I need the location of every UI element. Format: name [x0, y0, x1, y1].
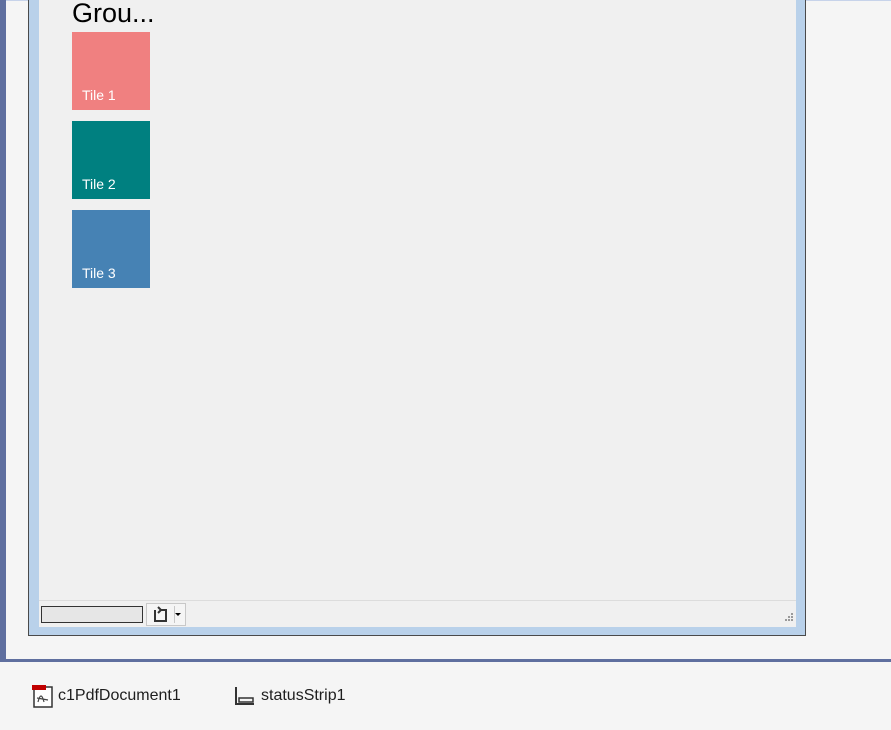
tray-item-label: c1PdfDocument1	[58, 687, 181, 704]
component-tray[interactable]: c1PdfDocument1 statusStrip1	[0, 662, 891, 730]
tile-label: Tile 2	[82, 176, 116, 192]
status-strip[interactable]	[39, 600, 796, 627]
tile-3[interactable]: Tile 3	[72, 210, 150, 288]
tray-item-label: statusStrip1	[261, 687, 346, 704]
pdf-document-icon	[32, 685, 53, 708]
tile-2[interactable]: Tile 2	[72, 121, 150, 199]
tile-label: Tile 1	[82, 87, 116, 103]
tile-1[interactable]: Tile 1	[72, 32, 150, 110]
tray-item-statusstrip1[interactable]: statusStrip1	[233, 684, 345, 708]
status-strip-icon	[235, 687, 254, 705]
refresh-icon	[154, 606, 167, 622]
designer-left-border	[0, 0, 6, 662]
tile-label: Tile 3	[82, 265, 116, 281]
status-split-button[interactable]	[146, 603, 186, 626]
tile-group-title: Grou...	[72, 0, 155, 28]
form-client-area[interactable]: Grou... Tile 1 Tile 2 Tile 3	[39, 0, 796, 627]
size-grip-icon[interactable]	[782, 612, 794, 624]
tray-item-c1pdfdocument1[interactable]: c1PdfDocument1	[30, 684, 181, 708]
chevron-down-icon[interactable]	[175, 613, 181, 616]
form-window[interactable]: Grou... Tile 1 Tile 2 Tile 3	[28, 0, 806, 636]
status-progress-bar	[41, 606, 143, 623]
